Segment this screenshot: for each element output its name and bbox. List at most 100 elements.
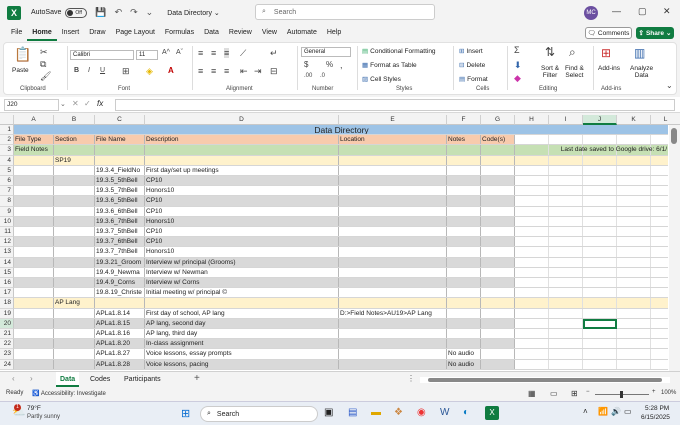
fill-color-icon[interactable]: ◈ [146,66,153,77]
cell-B13[interactable] [54,247,95,257]
cell-J9[interactable] [583,206,617,216]
redo-icon[interactable]: ↷ [130,7,138,18]
format-painter-icon[interactable]: 🖌 [40,71,51,82]
cell-J13[interactable] [583,247,617,257]
spreadsheet-grid[interactable]: ABCDEFGHIJKL 1 Data Directory 2 File Type Se… [0,115,680,371]
cell-E18[interactable] [339,298,447,308]
cell-E20[interactable] [339,318,447,328]
format-as-table-button[interactable]: ▦ Format as Table [362,61,417,70]
cell-G4[interactable] [481,155,515,165]
cell-K23[interactable] [617,349,651,359]
cell-K17[interactable] [617,288,651,298]
cell-A20[interactable] [14,318,54,328]
row-header-21[interactable]: 21 [0,329,14,340]
cell-J14[interactable] [583,257,617,267]
tab-help[interactable]: Help [322,25,346,41]
column-header-F[interactable]: F [447,115,481,125]
document-title[interactable]: Data Directory ⌄ [167,9,220,17]
cell-E21[interactable] [339,329,447,339]
cell-K2[interactable] [617,135,651,145]
column-header-E[interactable]: E [339,115,447,125]
cell-D3[interactable] [145,145,339,155]
cell-E24[interactable] [339,359,447,369]
cell-I8[interactable] [549,196,583,206]
cell-H19[interactable] [515,308,549,318]
tab-insert[interactable]: Insert [57,25,85,41]
normal-view-icon[interactable]: ▦ [528,389,536,398]
conditional-formatting-button[interactable]: ▤ Conditional Formatting [362,47,436,56]
cell-G23[interactable] [481,349,515,359]
delete-cells-button[interactable]: ⊟ Delete [459,61,485,70]
cell-I5[interactable] [549,165,583,175]
tab-review[interactable]: Review [224,25,257,41]
cell-K22[interactable] [617,339,651,349]
scroll-right-icon[interactable]: › [30,374,33,383]
row-header-22[interactable]: 22 [0,339,14,350]
cell-J24[interactable] [583,359,617,369]
cell-B21[interactable] [54,329,95,339]
cell-H5[interactable] [515,165,549,175]
cell-K24[interactable] [617,359,651,369]
cell-G3[interactable] [481,145,515,155]
chrome-icon[interactable]: ◉ [417,407,426,418]
cell-B16[interactable] [54,278,95,288]
cell-B23[interactable] [54,349,95,359]
cell-J23[interactable] [583,349,617,359]
cell-C4[interactable] [95,155,145,165]
row-header-3[interactable]: 3 [0,145,14,156]
h-scroll-thumb[interactable] [428,378,662,382]
cell-G12[interactable] [481,237,515,247]
cell-K18[interactable] [617,298,651,308]
cell-F13[interactable] [447,247,481,257]
cell-B11[interactable] [54,227,95,237]
paste-icon[interactable]: 📋 [14,46,31,63]
cell-J22[interactable] [583,339,617,349]
cell-E17[interactable] [339,288,447,298]
cell-K8[interactable] [617,196,651,206]
clock-time[interactable]: 5:28 PM [645,405,669,412]
cell-I19[interactable] [549,308,583,318]
row-header-24[interactable]: 24 [0,359,14,370]
cell-K20[interactable] [617,318,651,328]
cell-K6[interactable] [617,176,651,186]
insert-cells-button[interactable]: ⊞ Insert [459,47,483,56]
cell-A12[interactable] [14,237,54,247]
column-header-B[interactable]: B [54,115,95,125]
cell-K7[interactable] [617,186,651,196]
cell-H14[interactable] [515,257,549,267]
enter-icon[interactable]: ✓ [84,99,91,108]
cell-A4[interactable] [14,155,54,165]
increase-font-icon[interactable]: A^ [162,49,170,56]
cell-I2[interactable] [549,135,583,145]
cell-I20[interactable] [549,318,583,328]
align-right-icon[interactable]: ≡ [224,66,229,76]
cell-K13[interactable] [617,247,651,257]
increase-decimal-icon[interactable]: .00 [304,73,312,79]
cell-G14[interactable] [481,257,515,267]
minimize-icon[interactable]: — [612,6,621,16]
cell-G18[interactable] [481,298,515,308]
cell-K5[interactable] [617,165,651,175]
cell-J21[interactable] [583,329,617,339]
cell-H17[interactable] [515,288,549,298]
cell-K14[interactable] [617,257,651,267]
italic-button[interactable]: I [88,67,90,74]
cell-I18[interactable] [549,298,583,308]
cell-J6[interactable] [583,176,617,186]
row-header-1[interactable]: 1 [0,125,14,136]
align-left-icon[interactable]: ≡ [198,66,203,76]
cell-G8[interactable] [481,196,515,206]
cell-A19[interactable] [14,308,54,318]
cell-H8[interactable] [515,196,549,206]
find-select-button[interactable]: Find & Select [565,65,584,79]
cell-I24[interactable] [549,359,583,369]
copilot-icon[interactable]: ❖ [394,407,403,418]
row-header-16[interactable]: 16 [0,278,14,289]
customize-toolbar-icon[interactable]: ⌄ [146,7,154,18]
cell-B9[interactable] [54,206,95,216]
cell-J16[interactable] [583,278,617,288]
borders-icon[interactable]: ⊞ [122,66,130,77]
cell-A7[interactable] [14,186,54,196]
excel-taskbar-icon[interactable]: X [485,406,499,420]
cell-A10[interactable] [14,216,54,226]
